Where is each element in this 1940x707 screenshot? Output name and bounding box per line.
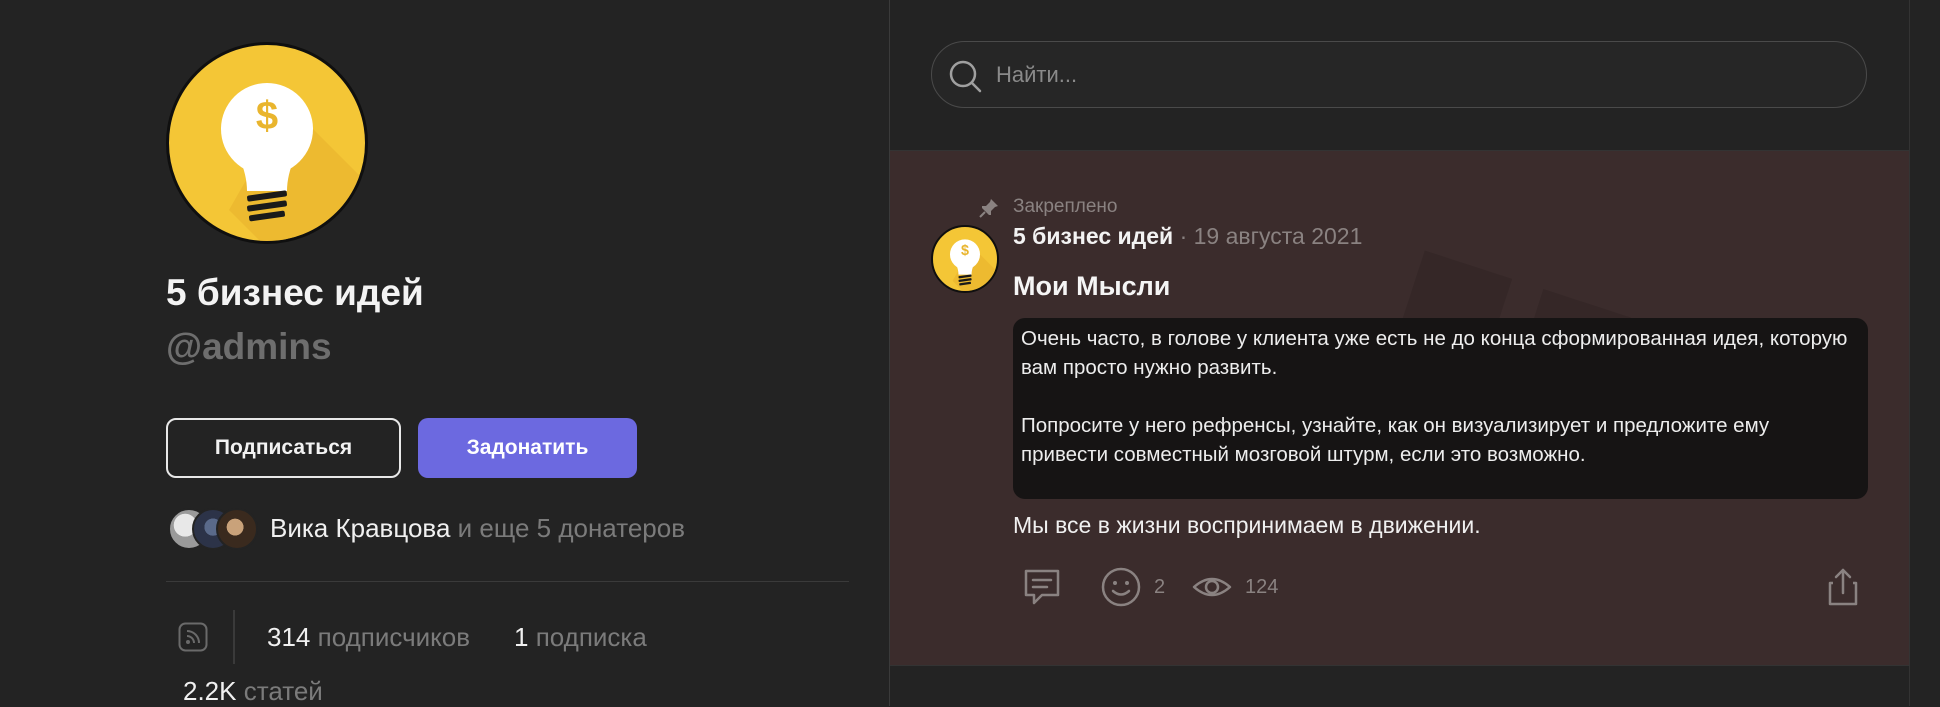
post-author[interactable]: 5 бизнес идей: [1013, 223, 1173, 249]
stat-subscribers-count: 314: [267, 622, 311, 652]
eye-icon: [1192, 577, 1232, 597]
share-button[interactable]: [1824, 566, 1862, 608]
search-icon: [949, 60, 982, 93]
reactions-button[interactable]: 2: [1100, 566, 1165, 608]
donors-summary[interactable]: Вика Кравцова и еще 5 донатеров: [270, 513, 685, 544]
divider: [166, 581, 849, 582]
feed-separator: [890, 665, 1909, 666]
lightbulb-dollar-icon: $: [221, 83, 365, 241]
feed-panel: ■■■■ Закреплено $ 5 бизнес идей · 19 авг…: [890, 0, 1909, 706]
donors-rest: и еще 5 донатеров: [450, 513, 686, 543]
stats-separator: [233, 610, 235, 664]
profile-handle: @admins: [166, 326, 332, 367]
smile-icon: [1101, 567, 1141, 607]
comment-button[interactable]: [1021, 566, 1063, 608]
pinned-label: Закреплено: [1013, 196, 1118, 217]
views-count: 124: [1245, 575, 1279, 598]
comment-icon: [1024, 569, 1060, 605]
post-quote: Очень часто, в голове у клиента уже есть…: [1013, 318, 1868, 499]
pinned-post[interactable]: ■■■■ Закреплено $ 5 бизнес идей · 19 авг…: [890, 151, 1909, 665]
stat-subscriptions-count: 1: [514, 622, 529, 652]
avatar-glyph: $: [256, 94, 278, 138]
rss-icon[interactable]: [178, 622, 208, 652]
stat-articles-label: статей: [236, 676, 323, 706]
search-bar[interactable]: [931, 41, 1867, 108]
stat-subscriptions-label: подписка: [528, 622, 647, 652]
post-author-avatar[interactable]: $: [931, 225, 999, 293]
avatar-glyph: $: [961, 243, 969, 259]
post-date: · 19 августа 2021: [1173, 223, 1363, 249]
stat-articles-count: 2.2K: [183, 676, 237, 706]
post-title[interactable]: Мои Мысли: [1013, 271, 1170, 302]
search-input[interactable]: [994, 52, 1848, 98]
post-meta: 5 бизнес идей · 19 августа 2021: [1013, 223, 1362, 250]
stat-subscriptions[interactable]: 1 подписка: [514, 622, 647, 653]
profile-panel: $ 5 бизнес идей @admins Подписаться Задо…: [0, 0, 889, 706]
stat-subscribers-label: подписчиков: [310, 622, 471, 652]
profile-avatar[interactable]: $: [166, 42, 368, 244]
donate-button[interactable]: Задонатить: [418, 418, 637, 478]
side-gutter: [1910, 0, 1940, 706]
quote-paragraph: Очень часто, в голове у клиента уже есть…: [1021, 327, 1848, 379]
subscribe-button[interactable]: Подписаться: [166, 418, 401, 478]
pin-icon: [979, 199, 998, 218]
post-body: Мы все в жизни воспринимаем в движении.: [1013, 512, 1481, 538]
donor-avatar: [216, 508, 258, 550]
quote-paragraph: Попросите у него рефренсы, узнайте, как …: [1021, 414, 1770, 466]
stat-articles[interactable]: 2.2K статей: [183, 676, 323, 707]
lightbulb-dollar-icon: $: [949, 239, 997, 291]
donor-avatars[interactable]: [168, 508, 260, 550]
share-icon: [1828, 568, 1858, 606]
profile-name: 5 бизнес идей: [166, 272, 424, 313]
views-counter: 124: [1191, 566, 1278, 608]
donor-name: Вика Кравцова: [270, 513, 451, 543]
stat-subscribers[interactable]: 314 подписчиков: [267, 622, 470, 653]
reactions-count: 2: [1154, 575, 1166, 598]
